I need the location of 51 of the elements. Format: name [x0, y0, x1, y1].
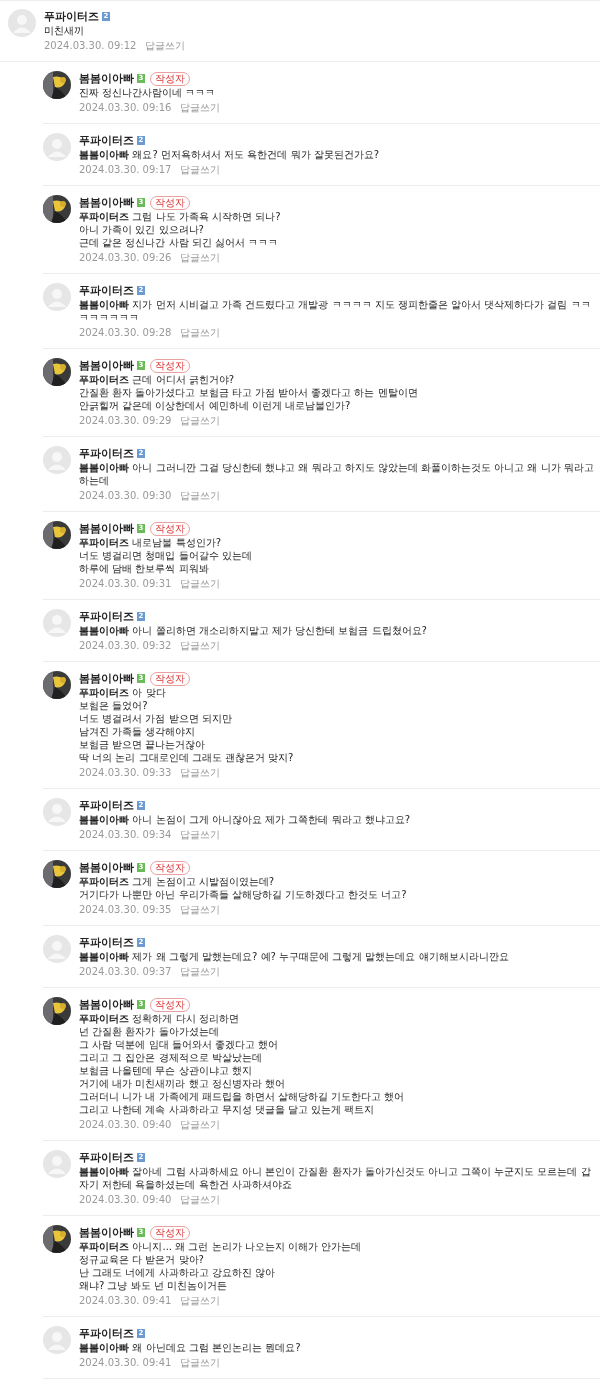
author-name[interactable]: 푸파이터즈 — [79, 609, 134, 624]
comment-date: 2024.03.30. 09:35 — [79, 904, 172, 916]
comment-text: 미친새끼 — [44, 24, 85, 37]
comment-date: 2024.03.30. 09:33 — [79, 767, 172, 779]
author-name[interactable]: 봄봄이아빠 — [79, 860, 134, 875]
author-name[interactable]: 봄봄이아빠 — [79, 671, 134, 686]
comment-text: 봄봄이아빠 아니 논점이 그게 아니잖아요 제가 그쪽한테 뭐라고 했냐고요? — [79, 813, 412, 826]
comment-date: 2024.03.30. 09:41 — [79, 1295, 172, 1307]
comment-text: 봄봄이아빠 아니 그러니깐 그걸 당신한테 했냐고 왜 뭐라고 하지도 않았는데 화풀이하는것도 아니고 왜 니가 뭐라고 하는데 — [79, 461, 594, 487]
comment-date: 2024.03.30. 09:40 — [79, 1119, 172, 1131]
author-name[interactable]: 봄봄이아빠 — [79, 997, 134, 1012]
author-name[interactable]: 푸파이터즈 — [79, 446, 134, 461]
author-name[interactable]: 푸파이터즈 — [79, 1150, 134, 1165]
comment-date: 2024.03.30. 09:16 — [79, 102, 172, 114]
comment-text: 봄봄이아빠 지가 먼저 시비걸고 가족 건드렸다고 개발광 ㅋㅋㅋㅋ 지도 쟁피한줄은 알아서 댓삭제하다가 걸림 ㅋㅋㅋㅋㅋㅋㅋㅋ — [79, 298, 592, 324]
comment-date: 2024.03.30. 09:34 — [79, 829, 172, 841]
comment-date: 2024.03.30. 09:28 — [79, 327, 172, 339]
comment-text: 푸파이터즈 내로남불 특성인가? 너도 병걸리면 청매입 들어갈수 있는데 하루에 담배 한보루씩 피워봐 — [79, 536, 253, 575]
comment-text: 푸파이터즈 아 맞다 보험은 들었어? 너도 병걸려서 가점 받으면 되지만 남겨진 가족들 생각해야지 보험금 받으면 끝나는거잖아 딱 너의 논리 그대로인데 그래도 괜찮은거 맞지? — [79, 686, 295, 764]
author-name[interactable]: 봄봄이아빠 — [79, 1225, 134, 1240]
comment-date: 2024.03.30. 09:37 — [79, 966, 172, 978]
author-name[interactable]: 푸파이터즈 — [79, 798, 134, 813]
comment-date: 2024.03.30. 09:32 — [79, 640, 172, 652]
comment-text: 봄봄이아빠 제가 왜 그렇게 말했는데요? 예? 누구때문에 그렇게 말했는데요 얘기해보시라니깐요 — [79, 950, 510, 963]
author-name[interactable]: 푸파이터즈 — [79, 935, 134, 950]
comment-text: 봄봄이아빠 잘아네 그럼 사과하세요 아니 본인이 간질환 환자가 돌아가신것도 아니고 그쪽이 누군지도 모르는데 갑자기 저한테 욕을하셨는데 욕한건 사과하셔야죠 — [79, 1165, 592, 1191]
comment-text: 봄봄이아빠 왜 아닌데요 그럼 본인논리는 뭔데요? — [79, 1341, 302, 1354]
comment-date: 2024.03.30. 09:30 — [79, 490, 172, 502]
author-name[interactable]: 봄봄이아빠 — [79, 195, 134, 210]
comment-date: 2024.03.30. 09:29 — [79, 415, 172, 427]
comment-date: 2024.03.30. 09:12 — [44, 40, 137, 52]
author-name[interactable]: 푸파이터즈 — [79, 1326, 134, 1341]
comment-text: 봄봄이아빠 아니 쫄리하면 개소리하지말고 제가 당신한테 보험금 드립쳤어요? — [79, 624, 428, 637]
comment-text: 푸파이터즈 그럼 나도 가족욕 시작하면 되나? 아니 가족이 있긴 있으려나? 근데 같은 정신나간 사람 되긴 싫어서 ㅋㅋㅋ — [79, 210, 282, 249]
author-name[interactable]: 봄봄이아빠 — [79, 71, 134, 86]
author-name[interactable]: 푸파이터즈 — [44, 9, 99, 24]
comment-text: 푸파이터즈 근데 어디서 긁힌거야? 간질환 환자 돌아가셨다고 보험금 타고 가점 받아서 좋겠다고 하는 멘탈이면 안긁힐꺼 같은데 이상한데서 예민하네 이런게 내로남불인가? — [79, 373, 419, 412]
comment-text: 진짜 정신나간사람이네 ㅋㅋㅋ — [79, 86, 217, 99]
author-name[interactable]: 푸파이터즈 — [79, 283, 134, 298]
author-name[interactable]: 봄봄이아빠 — [79, 358, 134, 373]
comment-date: 2024.03.30. 09:17 — [79, 164, 172, 176]
author-name[interactable]: 푸파이터즈 — [79, 133, 134, 148]
comment-date: 2024.03.30. 09:40 — [79, 1194, 172, 1206]
comment-date: 2024.03.30. 09:41 — [79, 1357, 172, 1369]
comment-text: 푸파이터즈 그게 논점이고 시발점이였는데? 거기다가 나뿐만 아닌 우리가족들 살해당하길 기도하겠다고 한것도 너고? — [79, 875, 408, 901]
comment-text: 푸파이터즈 정확하게 다시 정리하면 넌 간질환 환자가 돌아가셨는데 그 사람 덕분에 임대 들어와서 좋겠다고 했어 그리고 그 집안은 경제적으로 박살났는데 보험금 나올텐데 무슨 상관이냐고 했지 거기에 내가 미친새끼라 했고 정신병자라 했어 그러더니 니가 내 가족에게 패드립을 하면서 살해당하길 기도한다고 했어 그리고 나한테 계속 사과하라고 무지성 댓글을 달고 있는게 팩트지 — [79, 1012, 406, 1116]
author-name[interactable]: 봄봄이아빠 — [79, 521, 134, 536]
comment-text: 봄봄이아빠 왜요? 먼저욕하셔서 저도 욕한건데 뭐가 잘못된건가요? — [79, 148, 380, 161]
comment-date: 2024.03.30. 09:31 — [79, 578, 172, 590]
comment-text: 푸파이터즈 아니지... 왜 그런 논리가 나오는지 이해가 안가는데 정규교육은 다 받은거 맞아? 난 그래도 너에게 사과하라고 강요하진 않아 왜냐? 그냥 봐도 넌 미친놈이거든 — [79, 1240, 363, 1292]
comment-date: 2024.03.30. 09:26 — [79, 252, 172, 264]
